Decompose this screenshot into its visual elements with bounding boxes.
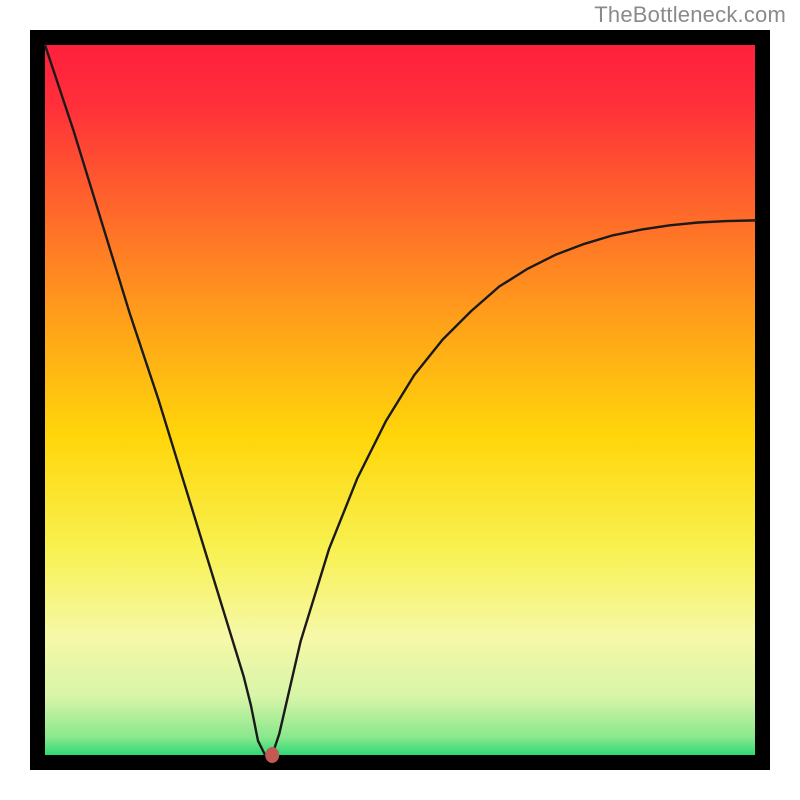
bottleneck-chart	[30, 30, 770, 770]
optimum-marker	[265, 747, 279, 763]
watermark-text: TheBottleneck.com	[594, 2, 786, 28]
chart-stage: TheBottleneck.com	[0, 0, 800, 800]
